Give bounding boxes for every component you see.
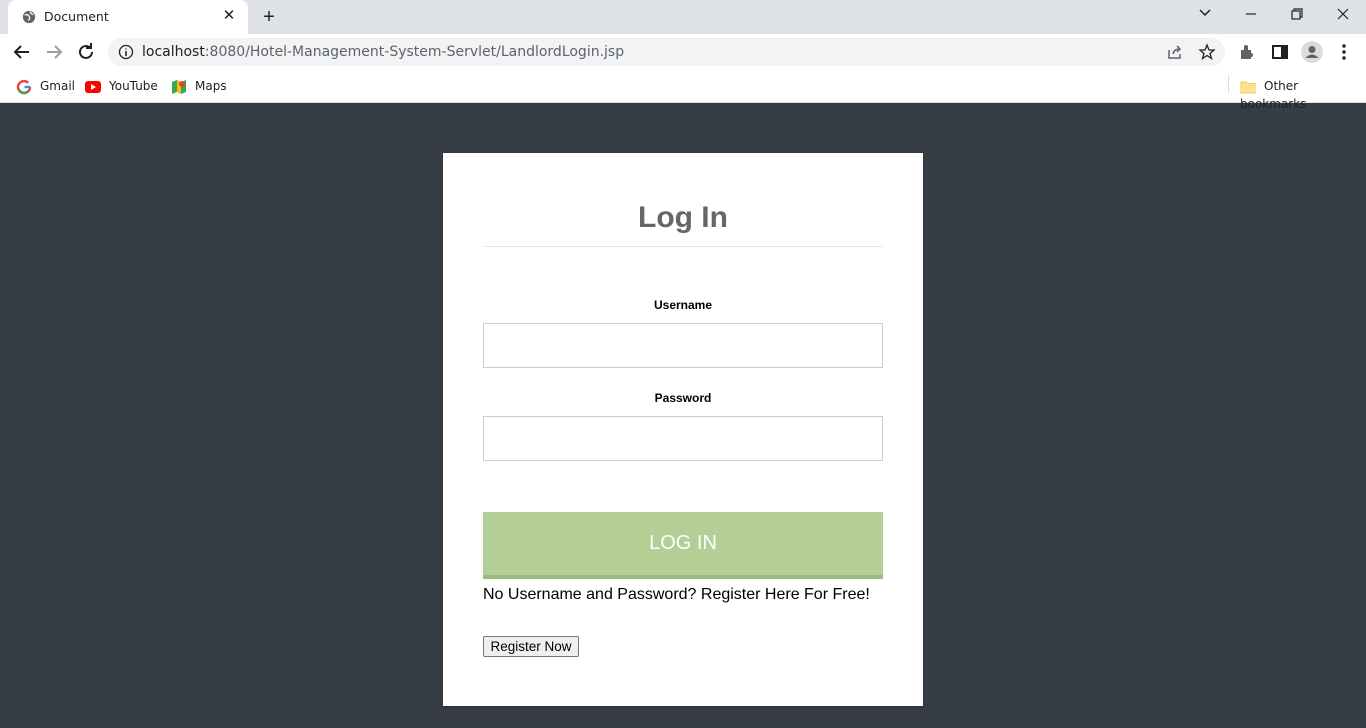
url-text: localhost:8080/Hotel-Management-System-S… [142,44,624,60]
bookmark-label: Gmail [40,79,76,93]
other-bookmarks[interactable]: Other bookmarks [1240,77,1366,111]
minimize-icon[interactable] [1236,4,1266,26]
password-label: Password [654,391,712,405]
share-icon[interactable] [1166,43,1184,61]
bookmark-label: Maps [195,79,227,93]
site-info-icon[interactable] [118,44,134,60]
close-window-icon[interactable] [1328,4,1358,26]
title-divider [483,246,883,247]
side-panel-icon[interactable] [1268,40,1292,64]
star-icon[interactable] [1198,43,1216,61]
login-card: Log In Username Password LOG IN No Usern… [443,153,923,706]
youtube-icon [85,80,101,93]
globe-icon [22,10,36,24]
bookmarks-bar: Gmail YouTube Maps Other bookmarks [0,70,1366,111]
browser-tab[interactable]: Document ✕ [8,0,248,34]
menu-kebab-icon[interactable] [1332,40,1356,64]
extensions-icon[interactable] [1236,40,1260,64]
url-host: localhost [142,44,205,60]
username-label: Username [653,298,713,312]
forward-icon[interactable] [42,40,66,64]
back-icon[interactable] [10,40,34,64]
bookmark-label: YouTube [109,79,158,93]
bookmark-gmail[interactable]: Gmail [16,77,75,95]
close-tab-icon[interactable]: ✕ [220,7,238,25]
profile-avatar-icon[interactable] [1300,40,1324,64]
username-field-wrapper [483,323,883,368]
password-input[interactable] [484,417,882,460]
address-bar[interactable]: localhost:8080/Hotel-Management-System-S… [108,38,1225,66]
tab-search-icon[interactable] [1190,4,1220,26]
url-path: :8080/Hotel-Management-System-Servlet/La… [204,44,625,60]
browser-toolbar: localhost:8080/Hotel-Management-System-S… [0,34,1366,70]
page-title: Log In [638,201,728,234]
google-icon [16,79,32,94]
restore-icon[interactable] [1282,4,1312,26]
maps-icon [172,79,186,94]
tab-strip: Document ✕ + [0,0,1366,34]
bookmark-maps[interactable]: Maps [171,77,227,95]
reload-icon[interactable] [74,40,98,64]
username-input[interactable] [484,324,882,367]
tab-title: Document [44,9,109,24]
folder-icon [1240,81,1256,93]
new-tab-icon[interactable]: + [258,6,280,28]
register-prompt: No Username and Password? Register Here … [483,586,870,603]
bookmarks-separator [1228,75,1229,93]
password-field-wrapper [483,416,883,461]
register-now-button[interactable]: Register Now [483,636,579,657]
login-button[interactable]: LOG IN [483,512,883,579]
bookmark-youtube[interactable]: YouTube [85,77,158,95]
